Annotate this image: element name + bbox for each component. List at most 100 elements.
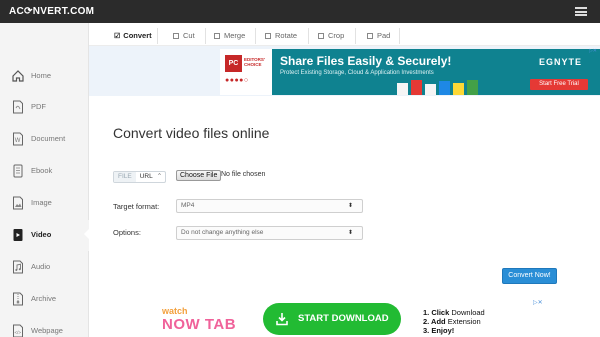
tab-crop[interactable]: Crop [318,27,344,45]
checkbox-icon [173,33,179,39]
sidebar-item-video[interactable]: Video [0,220,89,251]
checkbox-icon [367,33,373,39]
sidebar-item-label: Ebook [31,166,53,175]
tab-divider [205,28,206,44]
source-toggle[interactable]: FILE URL ⌃ [113,171,167,183]
tab-divider [308,28,309,44]
ad-step-3: 3. Enjoy! [423,326,485,335]
checkbox-icon [318,33,324,39]
choose-file-button[interactable]: Choose File [176,170,222,181]
video-icon [13,229,23,241]
editors-choice-label: EDITORS' CHOICE [244,57,265,67]
svg-text:</>: </> [15,330,22,335]
target-format-value: MP4 [181,202,195,209]
pdf-icon [13,100,23,114]
sidebar-item-audio[interactable]: Audio [0,252,89,283]
sidebar-item-label: Archive [31,294,57,303]
site-logo[interactable]: AC⟳NVERT.COM [9,6,94,17]
tab-divider [255,28,256,44]
sidebar-item-archive[interactable]: Archive [0,284,89,315]
tab-label: Convert [123,31,152,40]
ad-step-2: 2. Add Extension [423,317,485,326]
ad-title: Share Files Easily & Securely! [280,54,452,68]
tab-rotate[interactable]: Rotate [265,27,297,45]
ad-cta-button[interactable]: Start Free Trial [530,79,588,90]
sidebar-item-label: PDF [31,102,46,111]
ad-watch-text: watch [162,306,188,316]
ad-award-panel: PC EDITORS' CHOICE ●●●●○ [220,49,272,95]
target-format-select[interactable]: MP4 ⬍ [176,199,363,213]
svg-text:W: W [15,138,21,144]
no-file-text: No file chosen [221,171,266,178]
options-label: Options: [113,228,141,237]
audio-icon [13,260,23,274]
options-select[interactable]: Do not change anything else ⬍ [176,226,363,240]
tab-convert[interactable]: ☑ Convert [114,27,152,45]
pc-award-badge: PC [225,55,242,72]
ad-steps: 1. Click Download 2. Add Extension 3. En… [423,308,485,335]
checkbox-icon [214,33,220,39]
select-arrow-icon: ⬍ [347,203,353,209]
convert-now-button[interactable]: Convert Now! [502,268,557,284]
sidebar-item-label: Image [31,198,52,207]
step-number: 1. Click [423,308,450,317]
sidebar-item-label: Webpage [31,326,63,335]
sidebar: Home PDF W Document Ebook Image Video Au… [0,23,89,337]
sidebar-item-pdf[interactable]: PDF [0,92,89,123]
tab-merge[interactable]: Merge [214,27,245,45]
sidebar-item-label: Home [31,71,52,80]
toggle-caret-icon: ⌃ [156,173,163,180]
target-format-label: Target format: [113,202,160,211]
top-bar: AC⟳NVERT.COM [0,0,600,23]
source-url-option[interactable]: URL [136,172,157,182]
bottom-ad-banner[interactable]: watch NOW TAB START DOWNLOAD 1. Click Do… [155,298,545,337]
sidebar-item-document[interactable]: W Document [0,124,89,155]
tab-label: Rotate [275,31,298,40]
sidebar-item-label: Video [31,230,52,239]
webpage-icon: </> [13,324,23,337]
tab-cut[interactable]: Cut [173,27,195,45]
ad-close-icon[interactable]: ▷✕ [589,48,597,54]
tab-label: Merge [224,31,246,40]
sidebar-item-image[interactable]: Image [0,188,89,219]
step-text: Extension [447,317,481,326]
active-item-pointer [84,228,90,240]
sidebar-item-home[interactable]: Home [0,61,89,92]
top-ad-banner[interactable]: PC EDITORS' CHOICE ●●●●○ Share Files Eas… [220,49,600,95]
page-title: Convert video files online [113,125,270,141]
tab-label: Crop [328,31,345,40]
step-number: 3. Enjoy! [423,326,455,335]
start-download-button[interactable]: START DOWNLOAD [263,303,401,335]
ad-main-panel[interactable]: Share Files Easily & Securely! Protect E… [272,49,600,95]
tab-divider [355,28,356,44]
rating-dots: ●●●●○ [225,77,249,84]
download-icon [276,313,288,326]
archive-icon [13,292,23,306]
menu-icon[interactable] [575,7,587,16]
options-value: Do not change anything else [181,229,264,236]
ad-step-1: 1. Click Download [423,308,485,317]
tab-label: Pad [377,31,391,40]
tab-divider [399,28,400,44]
tab-divider [157,28,158,44]
sidebar-item-label: Audio [31,262,51,271]
ad-nowtab-logo: NOW TAB [162,316,237,333]
ad-brand-logo: EGNYTE [538,57,582,67]
ad-close-icon[interactable]: ▷✕ [533,299,543,306]
home-icon [12,70,24,82]
document-icon: W [13,132,23,146]
step-text: Download [451,308,485,317]
tab-pad[interactable]: Pad [367,27,390,45]
check-icon: ☑ [114,33,121,40]
ebook-icon [13,164,23,178]
sidebar-item-ebook[interactable]: Ebook [0,156,89,187]
checkbox-icon [265,33,271,39]
download-button-label: START DOWNLOAD [298,313,389,324]
ad-subtitle: Protect Existing Storage, Cloud & Applic… [280,70,434,76]
image-icon [13,196,23,210]
sidebar-item-label: Document [31,134,66,143]
step-number: 2. Add [423,317,446,326]
source-file-option[interactable]: FILE [114,172,136,182]
select-arrow-icon: ⬍ [347,230,353,236]
sidebar-item-webpage[interactable]: </> Webpage [0,316,89,337]
